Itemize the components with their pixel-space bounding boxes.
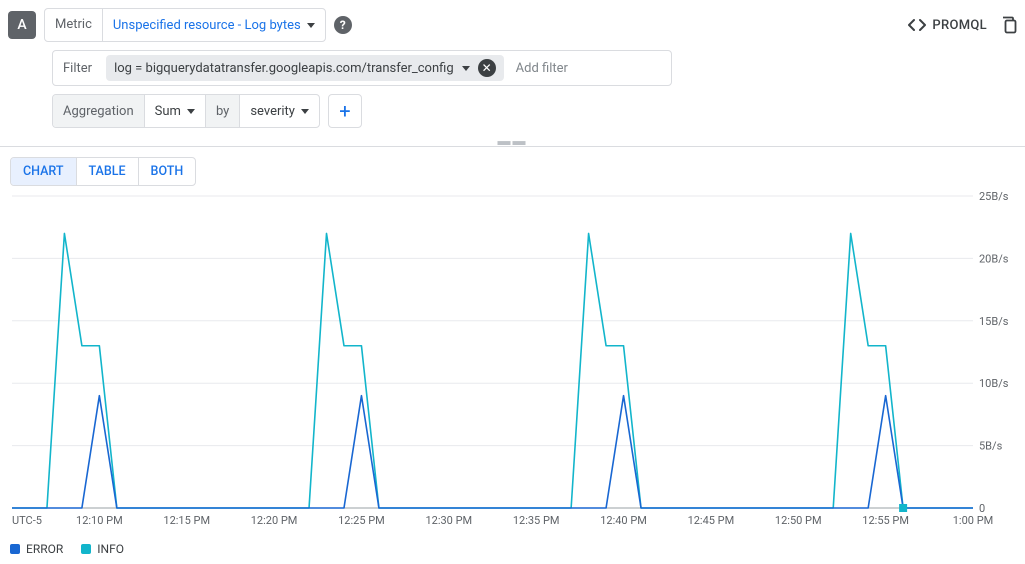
close-icon[interactable]: ✕ [478,59,496,77]
legend-error-label: ERROR [26,542,63,556]
copy-icon[interactable] [1001,16,1017,34]
filter-chip-text: log = bigquerydatatransfer.googleapis.co… [114,61,454,76]
chevron-down-icon [462,66,470,71]
svg-text:1:00 PM: 1:00 PM [953,514,993,527]
chart[interactable]: 05B/s10B/s15B/s20B/s25B/sUTC-512:10 PM12… [8,190,1017,540]
filter-label: Filter [53,61,102,76]
aggregation-by[interactable]: severity [240,95,319,127]
svg-text:12:40 PM: 12:40 PM [600,514,647,527]
svg-text:12:15 PM: 12:15 PM [163,514,210,527]
query-badge[interactable]: A [8,11,36,39]
legend: ERROR INFO [0,540,1025,564]
svg-text:12:55 PM: 12:55 PM [862,514,909,527]
aggregation-label: Aggregation [53,95,145,127]
by-label: by [206,95,240,127]
svg-text:10B/s: 10B/s [979,377,1009,390]
add-aggregation-button[interactable]: + [328,94,362,128]
svg-text:25B/s: 25B/s [979,190,1009,203]
code-icon [908,18,926,32]
tab-both[interactable]: BOTH [139,158,196,185]
resize-handle-icon[interactable]: ▬▬ [0,136,1025,146]
svg-text:12:45 PM: 12:45 PM [688,514,735,527]
filter-box[interactable]: Filter log = bigquerydatatransfer.google… [52,50,672,86]
promql-label: PROMQL [932,18,987,33]
chevron-down-icon [307,23,315,28]
filter-chip[interactable]: log = bigquerydatatransfer.googleapis.co… [106,55,504,81]
svg-text:12:35 PM: 12:35 PM [513,514,560,527]
legend-item-error[interactable]: ERROR [10,542,63,556]
aggregation-by-text: severity [250,104,295,119]
tab-chart[interactable]: CHART [11,158,77,185]
view-tabs: CHART TABLE BOTH [10,157,196,186]
add-filter-input[interactable]: Add filter [504,61,671,76]
metric-label: Metric [45,9,103,41]
help-icon[interactable]: ? [334,16,352,34]
svg-text:12:20 PM: 12:20 PM [251,514,298,527]
legend-item-info[interactable]: INFO [81,542,124,556]
svg-text:5B/s: 5B/s [979,440,1003,453]
aggregation-func-text: Sum [155,104,181,119]
svg-text:12:10 PM: 12:10 PM [76,514,123,527]
metric-value-text: Unspecified resource - Log bytes [113,18,301,33]
aggregation-func[interactable]: Sum [145,95,206,127]
svg-text:15B/s: 15B/s [979,315,1009,328]
aggregation-selector[interactable]: Aggregation Sum by severity [52,94,320,128]
legend-info-label: INFO [97,542,124,556]
metric-selector[interactable]: Metric Unspecified resource - Log bytes [44,8,326,42]
svg-text:20B/s: 20B/s [979,252,1009,265]
promql-button[interactable]: PROMQL [908,18,987,33]
svg-text:12:50 PM: 12:50 PM [775,514,822,527]
tab-table[interactable]: TABLE [77,158,139,185]
chevron-down-icon [187,109,195,114]
chevron-down-icon [301,109,309,114]
svg-text:12:30 PM: 12:30 PM [425,514,472,527]
svg-text:UTC-5: UTC-5 [12,514,42,527]
svg-text:12:25 PM: 12:25 PM [338,514,385,527]
metric-value[interactable]: Unspecified resource - Log bytes [103,18,325,33]
